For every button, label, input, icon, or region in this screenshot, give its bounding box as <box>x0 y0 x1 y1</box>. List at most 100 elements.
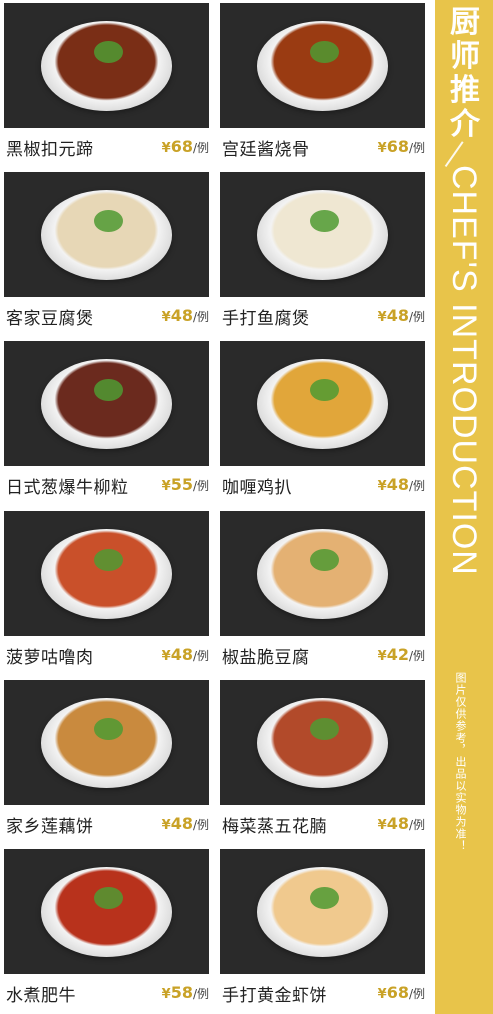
dish-name: 手打鱼腐煲 <box>222 309 310 329</box>
dish-name: 家乡莲藕饼 <box>6 817 94 837</box>
dish-photo <box>4 511 209 636</box>
garnish-image <box>94 886 123 909</box>
price-tag: ¥48/例 <box>162 645 209 664</box>
dish-card[interactable]: 水煮肥牛 ¥58/例 <box>4 849 209 1014</box>
dish-caption: 咖喱鸡扒 ¥48/例 <box>220 469 425 501</box>
garnish-image <box>310 209 339 232</box>
dish-photo <box>220 341 425 466</box>
dish-caption: 水煮肥牛 ¥58/例 <box>4 977 209 1009</box>
dish-card[interactable]: 黑椒扣元蹄 ¥68/例 <box>4 3 209 168</box>
dish-card[interactable]: 梅菜蒸五花腩 ¥48/例 <box>220 680 425 845</box>
garnish-image <box>94 40 123 63</box>
currency-symbol: ¥ <box>377 818 387 833</box>
dish-card[interactable]: 椒盐脆豆腐 ¥42/例 <box>220 511 425 676</box>
dish-photo <box>220 511 425 636</box>
currency-symbol: ¥ <box>161 310 171 325</box>
dish-photo <box>220 172 425 297</box>
garnish-image <box>94 548 123 571</box>
price-tag: ¥48/例 <box>378 814 425 833</box>
dish-price: 55 <box>170 475 193 494</box>
price-tag: ¥48/例 <box>162 306 209 325</box>
dish-price: 48 <box>386 475 409 494</box>
dish-price: 48 <box>386 306 409 325</box>
dish-name: 椒盐脆豆腐 <box>222 648 310 668</box>
dish-name: 宫廷酱烧骨 <box>222 140 310 160</box>
dish-price: 68 <box>386 983 409 1002</box>
price-tag: ¥48/例 <box>378 475 425 494</box>
title-char: 师 <box>450 39 480 74</box>
dish-price: 48 <box>170 814 193 833</box>
dish-card[interactable]: 家乡莲藕饼 ¥48/例 <box>4 680 209 845</box>
dish-price: 58 <box>170 983 193 1002</box>
currency-symbol: ¥ <box>161 818 171 833</box>
dish-caption: 椒盐脆豆腐 ¥42/例 <box>220 639 425 671</box>
garnish-image <box>310 40 339 63</box>
plate-image <box>256 189 389 280</box>
garnish-image <box>94 209 123 232</box>
plate-image <box>40 20 173 111</box>
currency-symbol: ¥ <box>377 310 387 325</box>
price-unit: /例 <box>408 987 425 1001</box>
price-tag: ¥68/例 <box>378 983 425 1002</box>
price-unit: /例 <box>408 479 425 493</box>
dish-price: 48 <box>170 645 193 664</box>
currency-symbol: ¥ <box>161 479 171 494</box>
dish-photo <box>4 341 209 466</box>
price-unit: /例 <box>192 649 209 663</box>
dish-price: 68 <box>386 137 409 156</box>
price-tag: ¥58/例 <box>162 983 209 1002</box>
dish-photo <box>4 3 209 128</box>
plate-image <box>40 189 173 280</box>
price-tag: ¥42/例 <box>378 645 425 664</box>
price-unit: /例 <box>192 310 209 324</box>
dish-caption: 手打黄金虾饼 ¥68/例 <box>220 977 425 1009</box>
dish-card[interactable]: 手打黄金虾饼 ¥68/例 <box>220 849 425 1014</box>
dish-card[interactable]: 咖喱鸡扒 ¥48/例 <box>220 341 425 506</box>
dish-caption: 菠萝咕噜肉 ¥48/例 <box>4 639 209 671</box>
dish-price: 48 <box>386 814 409 833</box>
dish-name: 黑椒扣元蹄 <box>6 140 94 160</box>
sidebar-title-cn: 厨 师 推 介 <box>443 6 487 142</box>
plate-image <box>40 528 173 619</box>
price-tag: ¥68/例 <box>378 137 425 156</box>
dish-photo <box>220 3 425 128</box>
chef-sidebar: 厨 师 推 介 CHEF'S INTRODUCTION 图片仅供参考，出品以实物… <box>435 0 493 1014</box>
dish-caption: 梅菜蒸五花腩 ¥48/例 <box>220 808 425 840</box>
currency-symbol: ¥ <box>377 141 387 156</box>
title-char: 推 <box>450 73 480 108</box>
garnish-image <box>94 378 123 401</box>
title-char: 厨 <box>450 5 480 40</box>
dish-caption: 黑椒扣元蹄 ¥68/例 <box>4 131 209 163</box>
price-tag: ¥48/例 <box>162 814 209 833</box>
garnish-image <box>94 717 123 740</box>
dish-card[interactable]: 日式葱爆牛柳粒 ¥55/例 <box>4 341 209 506</box>
dish-card[interactable]: 手打鱼腐煲 ¥48/例 <box>220 172 425 337</box>
plate-image <box>256 358 389 449</box>
dish-caption: 客家豆腐煲 ¥48/例 <box>4 300 209 332</box>
dish-caption: 宫廷酱烧骨 ¥68/例 <box>220 131 425 163</box>
plate-image <box>40 697 173 788</box>
dish-price: 48 <box>170 306 193 325</box>
dish-name: 咖喱鸡扒 <box>222 478 292 498</box>
currency-symbol: ¥ <box>161 141 171 156</box>
disclaimer-note: 图片仅供参考，出品以实物为准！ <box>454 672 467 852</box>
price-unit: /例 <box>408 818 425 832</box>
dish-name: 客家豆腐煲 <box>6 309 94 329</box>
price-tag: ¥55/例 <box>162 475 209 494</box>
dish-name: 手打黄金虾饼 <box>222 986 327 1006</box>
dish-name: 菠萝咕噜肉 <box>6 648 94 668</box>
price-unit: /例 <box>192 987 209 1001</box>
currency-symbol: ¥ <box>377 649 387 664</box>
dish-card[interactable]: 菠萝咕噜肉 ¥48/例 <box>4 511 209 676</box>
price-tag: ¥48/例 <box>378 306 425 325</box>
dish-card[interactable]: 宫廷酱烧骨 ¥68/例 <box>220 3 425 168</box>
garnish-image <box>310 548 339 571</box>
dish-photo <box>4 680 209 805</box>
price-unit: /例 <box>192 818 209 832</box>
currency-symbol: ¥ <box>377 479 387 494</box>
dish-card[interactable]: 客家豆腐煲 ¥48/例 <box>4 172 209 337</box>
price-unit: /例 <box>192 479 209 493</box>
dish-name: 水煮肥牛 <box>6 986 76 1006</box>
dish-price: 68 <box>170 137 193 156</box>
price-unit: /例 <box>408 141 425 155</box>
